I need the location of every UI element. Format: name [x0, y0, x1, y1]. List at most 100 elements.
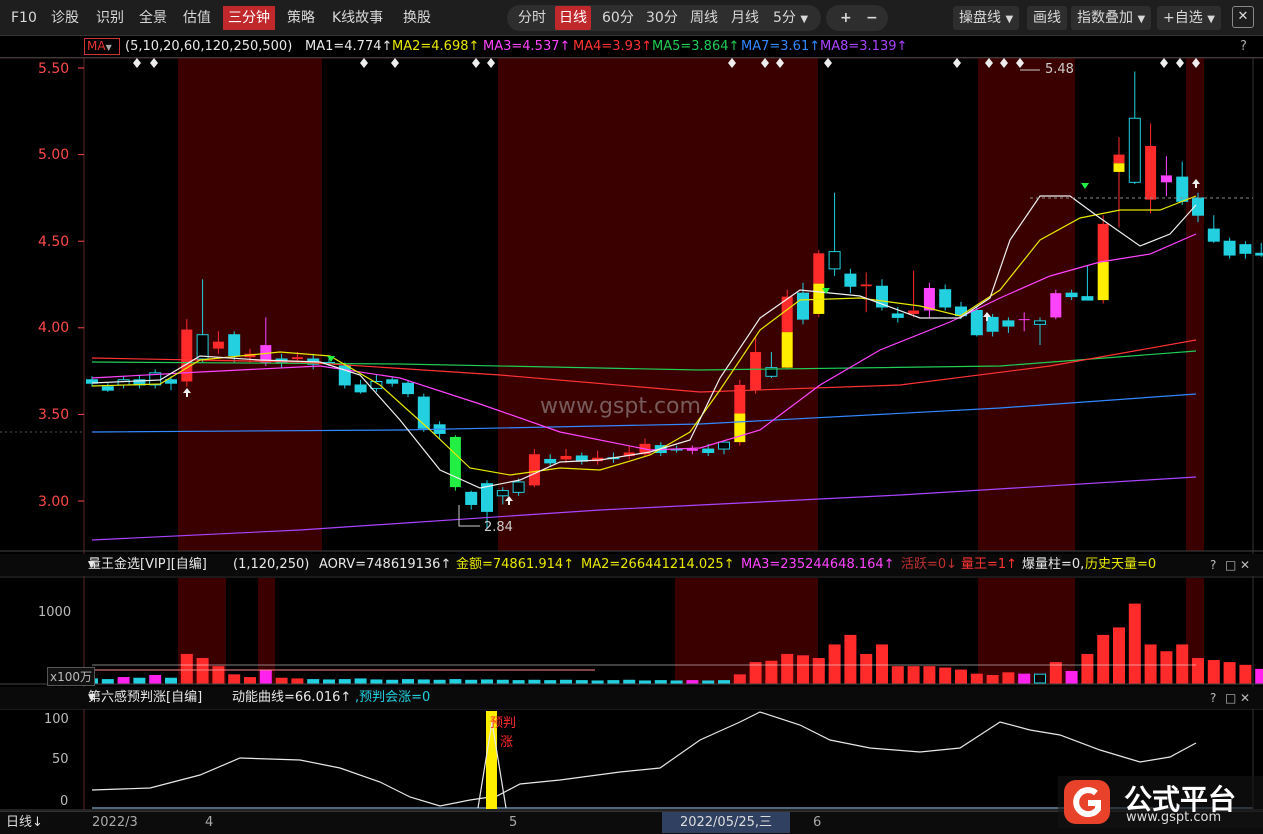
candle-body: [860, 284, 872, 287]
low-connector: [458, 505, 480, 527]
y-tick-400: 4.00: [38, 320, 70, 336]
date-tick-mar: 2022/3: [92, 815, 138, 830]
brand-url: www.gspt.com: [1126, 810, 1222, 825]
candle-body: [702, 448, 715, 454]
candle-body: [908, 310, 920, 314]
predict-rise-value: ,预判会涨=0: [355, 690, 431, 705]
date-tick-may: 5: [509, 815, 518, 830]
history-max-value: 历史天量=0: [1085, 557, 1157, 572]
period-selector[interactable]: 日线↓: [6, 812, 43, 834]
diamond-marker: [133, 58, 141, 68]
volume-bar: [907, 666, 920, 684]
volume-bar: [1065, 670, 1078, 684]
volume-bar: [1207, 660, 1220, 684]
volume-bar: [733, 674, 746, 684]
volume-bar: [891, 666, 904, 684]
candle-body: [417, 396, 430, 429]
y-tick-450: 4.50: [38, 234, 70, 250]
volume-bar: [986, 675, 999, 684]
candle-body: [1145, 145, 1157, 200]
candle-body: [939, 289, 952, 308]
burst-bar-value: 爆量柱=0,: [1022, 557, 1085, 572]
maximize-icon[interactable]: □: [1225, 687, 1236, 709]
candle-body: [828, 251, 841, 270]
volume-bar: [149, 675, 162, 684]
candle-body: [291, 357, 303, 359]
volume-bar: [560, 679, 572, 684]
candle-body: [1113, 154, 1125, 164]
candle-body: [1160, 175, 1172, 183]
volume-bar: [323, 679, 335, 684]
volume-bar: [812, 658, 825, 684]
candle-body: [1255, 252, 1263, 256]
settings-icon[interactable]: ?: [1210, 687, 1216, 709]
arrow-down-icon: ↓: [32, 815, 43, 830]
candle-body: [1223, 240, 1236, 256]
settings-icon[interactable]: ?: [1210, 554, 1216, 576]
candle-body-signal: [1113, 163, 1125, 172]
volume-bar: [1160, 651, 1173, 684]
candle-body: [496, 490, 509, 497]
candle-body: [528, 454, 540, 486]
close-panel-icon[interactable]: ✕: [1240, 687, 1250, 709]
volume-bar: [797, 655, 809, 684]
y-tick-500: 5.00: [38, 147, 70, 163]
chart-watermark: www.gspt.com: [540, 394, 701, 419]
close-panel-icon[interactable]: ✕: [1240, 554, 1250, 576]
diamond-marker: [1176, 58, 1184, 68]
volume-bar: [228, 674, 241, 684]
volume-bar: [196, 658, 209, 684]
volume-bar: [765, 660, 778, 684]
volume-bar: [1002, 672, 1015, 684]
volume-king-value: 量王=1↑: [961, 557, 1018, 572]
volume-bar: [1239, 664, 1252, 684]
diamond-marker: [472, 58, 480, 68]
brand-watermark: 公式平台 www.gspt.com: [1058, 776, 1263, 828]
osc-y-tick-50: 50: [52, 752, 69, 767]
volume-bar: [639, 680, 651, 684]
date-tick-jun: 6: [813, 815, 822, 830]
volume-band: [675, 578, 818, 684]
diamond-marker: [391, 58, 399, 68]
volume-band: [258, 578, 275, 684]
volume-bar: [275, 677, 288, 684]
active-value: 活跃=0↓: [901, 557, 958, 572]
volume-bar: [402, 679, 414, 684]
candle-body: [844, 273, 857, 287]
candle-body: [212, 341, 224, 349]
candle-body: [986, 316, 999, 332]
candle-body: [181, 329, 193, 382]
maximize-icon[interactable]: □: [1225, 554, 1236, 576]
date-tick-apr: 4: [205, 815, 214, 830]
volume-bar: [291, 678, 304, 684]
volume-bar: [607, 680, 620, 684]
volume-bar: [180, 653, 193, 684]
volume-bar: [496, 679, 509, 684]
diamond-marker: [1160, 58, 1168, 68]
candle-body: [560, 455, 572, 460]
candle-body: [750, 352, 762, 391]
diamond-marker: [824, 58, 832, 68]
diamond-marker: [953, 58, 961, 68]
candle-body: [465, 491, 478, 505]
candle-body: [718, 441, 730, 450]
volume-bar: [702, 680, 715, 684]
y-tick-300: 3.00: [38, 494, 70, 510]
y-tick-350: 3.50: [38, 407, 70, 423]
volume-bar: [591, 680, 604, 684]
candle-body: [544, 458, 557, 464]
volume-bar: [749, 662, 762, 684]
diamond-marker: [360, 58, 368, 68]
volume-bar: [354, 678, 367, 684]
volume-bar: [623, 679, 636, 684]
volume-bar: [670, 680, 683, 684]
volume-bar: [1018, 673, 1031, 684]
volume-unit: x100万: [47, 667, 96, 686]
volume-bar: [449, 679, 462, 684]
volume-bar: [433, 679, 446, 684]
volume-bar: [386, 679, 399, 684]
brand-logo-icon: [1064, 780, 1110, 824]
candle-body: [1239, 244, 1252, 254]
volume-bar: [923, 666, 936, 684]
amount-value: 金额=74861.914↑: [456, 557, 575, 572]
